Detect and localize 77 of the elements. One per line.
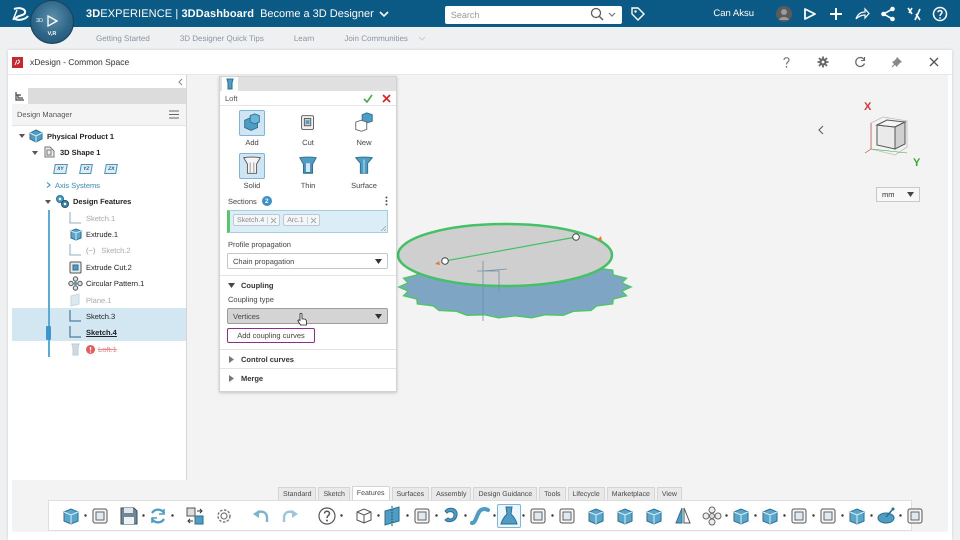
- rollback-handle[interactable]: [46, 326, 51, 340]
- axis-label: X: [864, 101, 872, 113]
- refresh-icon[interactable]: [854, 56, 866, 68]
- window-title: xDesign - Common Space: [30, 57, 130, 67]
- sketch-icon: [68, 210, 83, 226]
- share-arrow-icon[interactable]: [854, 6, 870, 22]
- caret-icon[interactable]: [606, 10, 617, 18]
- user-name[interactable]: Can Aksu: [713, 8, 754, 19]
- hand-cursor-icon: [297, 313, 307, 326]
- caret-right-icon: [228, 374, 235, 382]
- dropdown-dot-icon: [841, 514, 844, 517]
- dropdown-dot-icon: [142, 514, 145, 517]
- axis-label: Y: [913, 157, 920, 169]
- feature-tab[interactable]: [222, 77, 238, 91]
- play-icon[interactable]: [46, 15, 58, 27]
- sketch-icon: [68, 325, 83, 340]
- dropdown-dot-icon: [340, 514, 343, 517]
- settings-icon[interactable]: [817, 56, 829, 68]
- app-icon[interactable]: [12, 56, 23, 68]
- toolbar-button[interactable]: [700, 504, 729, 528]
- share-icon[interactable]: [880, 6, 896, 22]
- circle-cluster-icon: [68, 276, 83, 292]
- dashboard-menu[interactable]: Become a 3D Designer: [260, 8, 389, 20]
- dropdown-dot-icon: [171, 514, 174, 517]
- sketch-icon: [68, 308, 83, 324]
- cut-block-icon: [68, 260, 83, 275]
- dropdown-dot-icon: [522, 514, 525, 517]
- chevron-right-icon[interactable]: [44, 181, 52, 190]
- platform-title: 3DEXPERIENCE | 3DDashboard: [86, 8, 254, 20]
- pin-icon[interactable]: [891, 56, 903, 68]
- dropdown-dot-icon: [870, 514, 873, 517]
- help-icon[interactable]: [932, 6, 948, 22]
- dropdown-dot-icon: [551, 514, 554, 517]
- caret-icon: [375, 258, 382, 264]
- plus-icon[interactable]: [828, 6, 844, 22]
- error-icon: [86, 344, 95, 354]
- gears-icon: [55, 194, 70, 210]
- dropdown-dot-icon: [493, 514, 496, 517]
- cube-icon: [29, 128, 44, 144]
- circle-cluster-icon: [700, 504, 724, 528]
- dropdown-dot-icon: [812, 514, 815, 517]
- close-icon[interactable]: [928, 56, 940, 68]
- dropdown-dot-icon: [377, 514, 380, 517]
- sketch-icon: [68, 243, 83, 258]
- dropdown-dot-icon: [84, 514, 87, 517]
- shape-icon: [42, 145, 57, 160]
- dropdown-dot-icon: [899, 514, 902, 517]
- tapered-shape-icon: [225, 78, 235, 90]
- toolbar-button[interactable]: [497, 504, 526, 528]
- caret-down-icon[interactable]: [44, 198, 52, 206]
- block-icon: [68, 227, 83, 242]
- tree-icon: [15, 91, 25, 101]
- checkmark-icon[interactable]: [363, 94, 373, 102]
- tapered-shape-icon: [497, 504, 521, 528]
- dropdown-dot-icon: [406, 514, 409, 517]
- caret-down-icon: [228, 282, 235, 288]
- close-icon[interactable]: [382, 94, 391, 102]
- tag-icon[interactable]: [630, 6, 646, 22]
- tree-tab[interactable]: [12, 88, 28, 104]
- menu-icon[interactable]: [169, 110, 179, 119]
- dropdown-dot-icon: [435, 514, 438, 517]
- avatar-icon[interactable]: [776, 6, 792, 22]
- chevron-down-icon: [378, 10, 389, 18]
- search-icon[interactable]: [590, 6, 604, 20]
- more-icon[interactable]: [385, 196, 388, 206]
- search-field[interactable]: Search: [444, 6, 622, 24]
- chevron-left-icon[interactable]: [817, 125, 825, 135]
- caret-icon: [375, 314, 382, 318]
- dropdown-dot-icon: [725, 514, 728, 517]
- chevron-left-icon[interactable]: [177, 78, 183, 86]
- dropdown-dot-icon: [783, 514, 786, 517]
- caret-right-icon: [228, 356, 235, 362]
- logo-icon[interactable]: [11, 6, 31, 22]
- dropdown-dot-icon: [464, 514, 467, 517]
- resize-grip-icon: [380, 225, 386, 231]
- caret-icon: [907, 192, 914, 197]
- dropdown-dot-icon: [754, 514, 757, 517]
